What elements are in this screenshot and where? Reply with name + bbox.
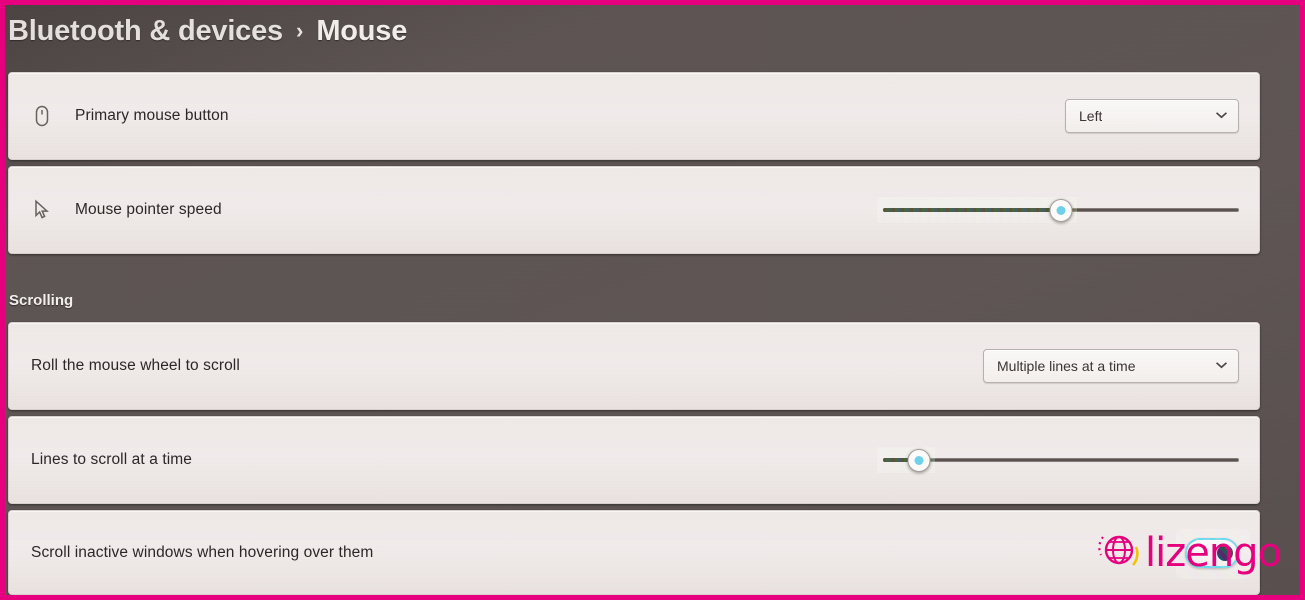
chevron-down-icon bbox=[1215, 111, 1228, 122]
page-title: Mouse bbox=[316, 14, 408, 47]
frame-accent-left bbox=[0, 0, 5, 600]
row-control-group bbox=[877, 195, 1259, 225]
row-scroll-inactive-windows[interactable]: Scroll inactive windows when hovering ov… bbox=[8, 510, 1260, 595]
row-control-group: Left bbox=[1065, 99, 1259, 133]
row-control-group: Multiple lines at a time bbox=[983, 349, 1259, 383]
settings-page: Bluetooth & devices › Mouse Primary mous… bbox=[0, 0, 1305, 600]
row-label-primary-mouse-button: Primary mouse button bbox=[75, 107, 229, 124]
row-mouse-pointer-speed[interactable]: Mouse pointer speed bbox=[8, 166, 1260, 254]
row-label-group: Mouse pointer speed bbox=[9, 195, 883, 225]
row-label-scroll-inactive-windows: Scroll inactive windows when hovering ov… bbox=[31, 543, 374, 561]
roll-mouse-wheel-dropdown[interactable]: Multiple lines at a time bbox=[983, 349, 1239, 383]
mouse-pointer-speed-slider[interactable] bbox=[877, 195, 1239, 225]
row-lines-to-scroll[interactable]: Lines to scroll at a time bbox=[8, 416, 1260, 504]
row-label-group: Lines to scroll at a time bbox=[9, 451, 883, 469]
mouse-icon bbox=[27, 101, 57, 131]
roll-mouse-wheel-value: Multiple lines at a time bbox=[997, 358, 1136, 374]
primary-mouse-button-value: Left bbox=[1079, 108, 1103, 124]
row-label-roll-mouse-wheel: Roll the mouse wheel to scroll bbox=[31, 357, 240, 374]
breadcrumb-parent-link[interactable]: Bluetooth & devices bbox=[8, 15, 283, 48]
slider-fill bbox=[883, 208, 1061, 212]
chevron-down-icon bbox=[1215, 361, 1228, 372]
toggle-knob bbox=[1217, 544, 1233, 561]
row-control-group bbox=[877, 445, 1259, 475]
lines-to-scroll-slider[interactable] bbox=[877, 445, 1239, 475]
slider-thumb[interactable] bbox=[1049, 198, 1073, 222]
frame-accent-top bbox=[0, 0, 1305, 5]
row-roll-mouse-wheel[interactable]: Roll the mouse wheel to scroll Multiple … bbox=[8, 322, 1260, 410]
toggle-wrapper bbox=[1176, 528, 1250, 579]
row-label-mouse-pointer-speed: Mouse pointer speed bbox=[75, 201, 222, 218]
slider-thumb[interactable] bbox=[907, 448, 931, 472]
breadcrumb-separator-icon: › bbox=[295, 18, 304, 43]
row-label-lines-to-scroll: Lines to scroll at a time bbox=[31, 451, 193, 468]
pointer-speed-icon bbox=[27, 195, 57, 225]
row-control-group bbox=[1176, 528, 1259, 579]
scroll-inactive-windows-toggle[interactable] bbox=[1185, 537, 1239, 568]
frame-accent-bottom bbox=[0, 595, 1305, 600]
slider-track bbox=[883, 458, 1239, 462]
section-header-scrolling: Scrolling bbox=[9, 292, 74, 309]
row-label-group: Scroll inactive windows when hovering ov… bbox=[9, 544, 1185, 562]
frame-accent-right bbox=[1300, 0, 1305, 600]
primary-mouse-button-dropdown[interactable]: Left bbox=[1065, 99, 1239, 133]
row-primary-mouse-button[interactable]: Primary mouse button Left bbox=[8, 72, 1260, 160]
row-label-group: Roll the mouse wheel to scroll bbox=[9, 357, 983, 375]
row-label-group: Primary mouse button bbox=[9, 101, 1065, 131]
breadcrumb: Bluetooth & devices › Mouse bbox=[8, 10, 407, 52]
